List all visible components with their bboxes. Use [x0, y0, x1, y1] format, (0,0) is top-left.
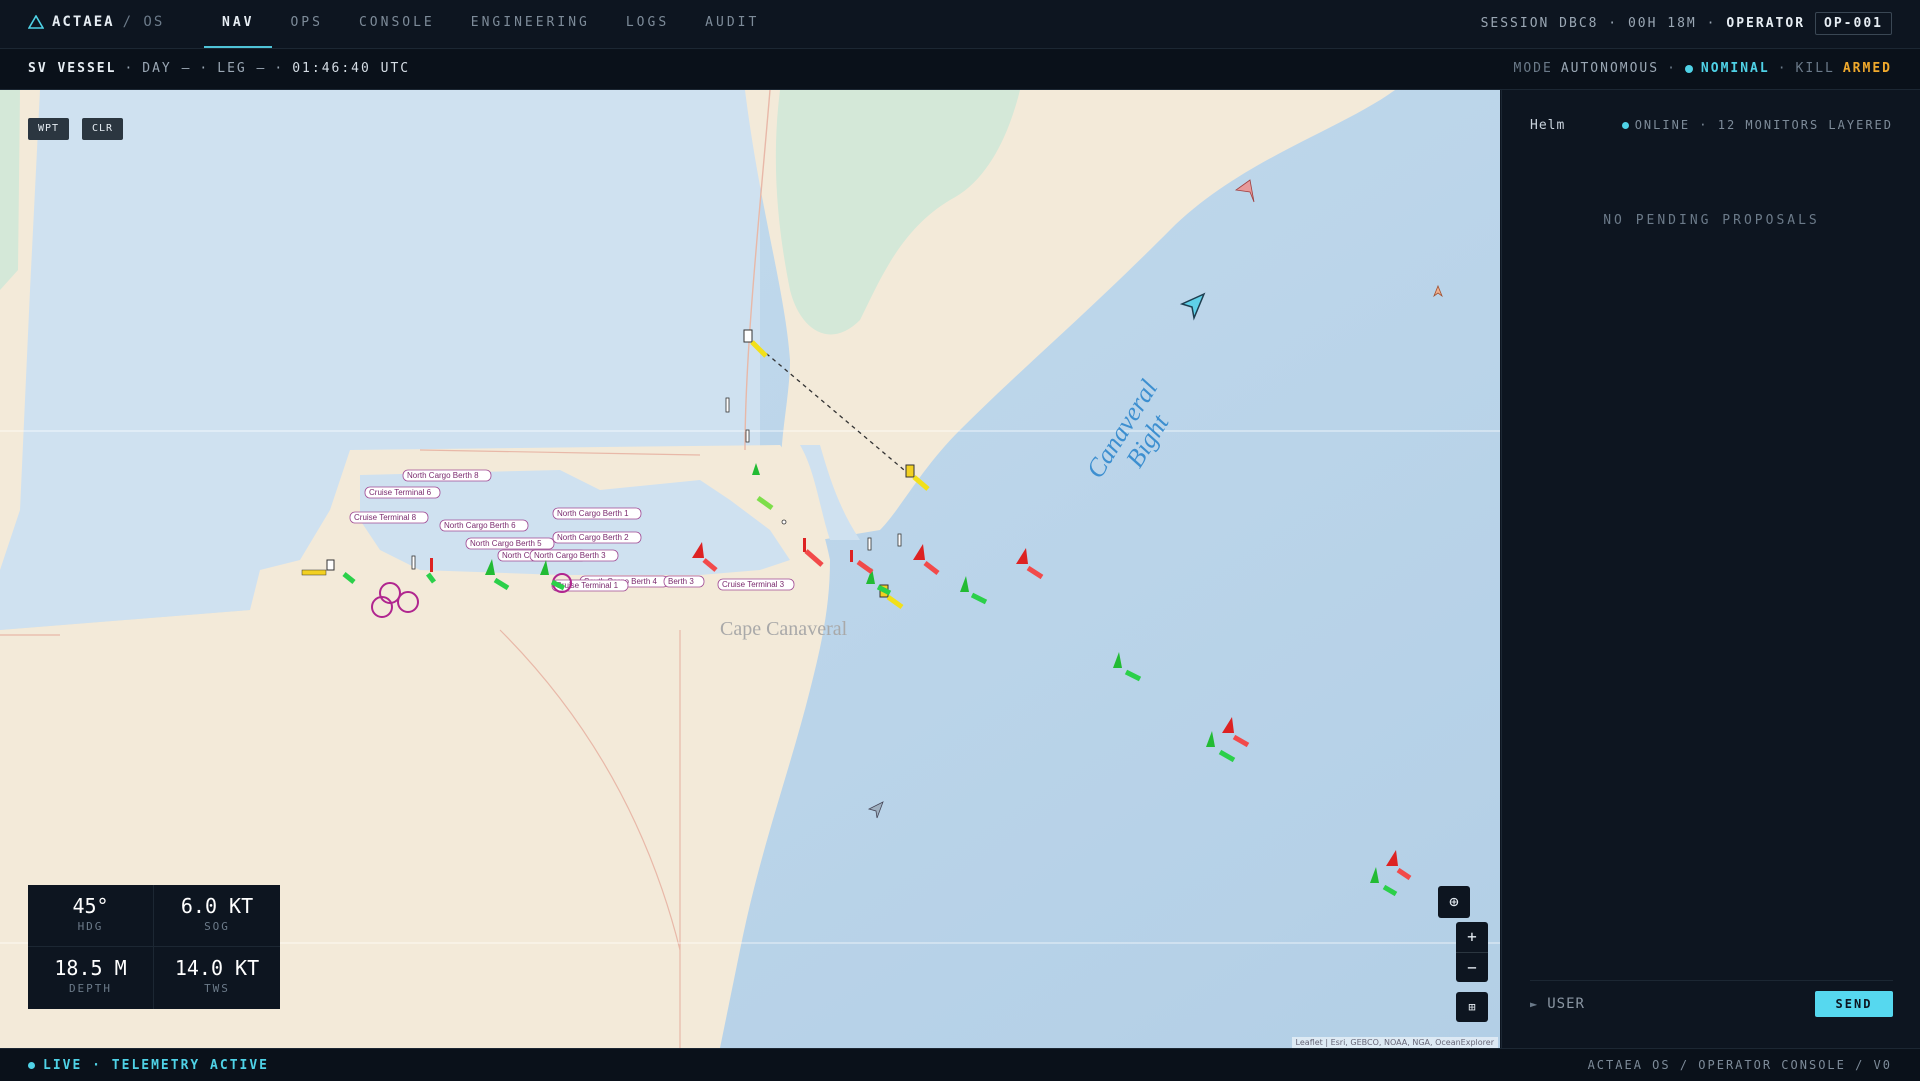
helm-title: Helm [1530, 118, 1566, 133]
berth-label[interactable]: Cruise Terminal 3 [722, 580, 785, 589]
berth-label[interactable]: Cruise Terminal 1 [556, 581, 619, 590]
top-bar: ACTAEA / OS NAV OPS CONSOLE ENGINEERING … [0, 0, 1920, 49]
depth-readout: 18.5 M DEPTH [28, 947, 154, 1009]
tower-mark-icon[interactable] [326, 559, 335, 571]
tab-nav[interactable]: NAV [204, 0, 273, 48]
berth-label[interactable]: Berth 3 [668, 577, 694, 586]
kill-label: KILL [1795, 61, 1835, 76]
wind-label: TWS [204, 982, 230, 995]
small-buoy-icon[interactable] [781, 519, 787, 525]
speed-label: SOG [204, 920, 230, 933]
berth-label[interactable]: Cruise Terminal 6 [369, 488, 432, 497]
cape-label: Cape Canaveral [720, 618, 848, 640]
zoom-in-button[interactable]: + [1456, 922, 1488, 953]
mooring-post-icon[interactable] [411, 555, 416, 570]
kill-status[interactable]: ARMED [1843, 61, 1892, 76]
mainland-park [0, 90, 20, 290]
depth-label: DEPTH [68, 982, 113, 995]
tab-ops[interactable]: OPS [272, 0, 340, 48]
mode-value: AUTONOMOUS [1560, 61, 1660, 76]
utc-clock: 01:46:40 UTC [292, 61, 411, 76]
instrument-panel: 45° HDG 6.0 KT SOG 18.5 M DEPTH 14.0 KT … [28, 885, 280, 1009]
heading-value: 45° [72, 894, 109, 918]
live-text: LIVE · TELEMETRY ACTIVE [43, 1058, 270, 1073]
berth-label[interactable]: North Cargo Berth 8 [407, 471, 479, 480]
mode-label: MODE [1513, 61, 1553, 76]
live-indicator: LIVE · TELEMETRY ACTIVE [28, 1058, 269, 1073]
operator-id-badge[interactable]: OP-001 [1815, 12, 1892, 35]
prompt-icon: ► [1530, 997, 1538, 1011]
vessel-leg: LEG — [217, 61, 267, 76]
helm-status: ONLINE · 12 MONITORS LAYERED [1621, 118, 1893, 132]
heading-label: HDG [77, 920, 104, 933]
red-pile-icon[interactable] [430, 558, 433, 572]
zoom-out-button[interactable]: − [1456, 953, 1488, 982]
zoom-control: + − [1456, 922, 1488, 982]
command-bar: ► SEND [1530, 980, 1893, 1021]
mooring-post-icon[interactable] [745, 429, 750, 443]
berth-label[interactable]: Cruise Terminal 8 [354, 513, 417, 522]
logo-triangle-icon [28, 15, 44, 29]
session-info: SESSION DBC8 · 00H 18M · OPERATOR OP-001 [1481, 12, 1892, 35]
mooring-post-icon[interactable] [725, 397, 730, 413]
tab-engineering[interactable]: ENGINEERING [453, 0, 608, 48]
depth-value: 18.5 M [54, 956, 127, 980]
tab-console[interactable]: CONSOLE [341, 0, 453, 48]
tab-logs[interactable]: LOGS [608, 0, 687, 48]
session-label: SESSION DBC8 · 00H 18M · [1480, 16, 1717, 31]
helm-status-text: ONLINE · 12 MONITORS LAYERED [1634, 118, 1893, 132]
mooring-post-icon[interactable] [897, 533, 902, 547]
empty-proposals-message: NO PENDING PROPOSALS [1603, 213, 1820, 228]
wind-value: 14.0 KT [174, 956, 260, 980]
separator: · [1777, 61, 1788, 76]
layers-icon: ⊞ [1468, 1000, 1476, 1014]
vessel-name: SV VESSEL [28, 61, 117, 76]
separator: · [1667, 61, 1677, 76]
send-button[interactable]: SEND [1815, 991, 1893, 1017]
nav-tabs: NAV OPS CONSOLE ENGINEERING LOGS AUDIT [204, 0, 777, 48]
heading-readout: 45° HDG [28, 885, 154, 947]
layers-button[interactable]: ⊞ [1456, 992, 1488, 1022]
locate-button[interactable]: ⊕ [1438, 886, 1470, 918]
berth-label[interactable]: North Cargo Berth 2 [557, 533, 629, 542]
vessel-status-bar: SV VESSEL · DAY — · LEG — · 01:46:40 UTC… [0, 49, 1920, 90]
separator: · [199, 61, 210, 76]
helm-panel: Helm ONLINE · 12 MONITORS LAYERED NO PEN… [1501, 90, 1920, 1048]
red-pile-icon[interactable] [803, 538, 806, 552]
berth-label[interactable]: North Cargo Berth 1 [557, 509, 629, 518]
red-pile-icon[interactable] [850, 550, 853, 562]
online-dot-icon [1621, 121, 1629, 129]
live-dot-icon [28, 1062, 35, 1069]
mode-status: MODE AUTONOMOUS · NOMINAL · KILL ARMED [1514, 61, 1893, 76]
command-input[interactable] [1545, 995, 1815, 1013]
special-buoy-icon[interactable] [905, 464, 915, 478]
tab-audit[interactable]: AUDIT [687, 0, 777, 48]
berth-label[interactable]: North Cargo Berth 5 [470, 539, 542, 548]
waypoint-button[interactable]: WPT [28, 118, 70, 140]
pier-marker [301, 569, 327, 576]
speed-value: 6.0 KT [180, 894, 254, 918]
operator-label: OPERATOR [1726, 16, 1806, 31]
tower-mark-icon[interactable] [743, 329, 753, 343]
berth-label[interactable]: North Cargo Berth 6 [444, 521, 516, 530]
brand-sub: / OS [122, 14, 165, 30]
brand[interactable]: ACTAEA / OS [28, 14, 164, 30]
brand-name: ACTAEA [52, 14, 115, 30]
clear-button[interactable]: CLR [82, 118, 124, 140]
speed-readout: 6.0 KT SOG [154, 885, 280, 947]
status-dot-icon [1684, 64, 1693, 73]
wind-readout: 14.0 KT TWS [154, 947, 280, 1009]
separator: · [124, 61, 135, 76]
vessel-info: SV VESSEL · DAY — · LEG — · 01:46:40 UTC [28, 61, 410, 76]
berth-label[interactable]: North Cargo Berth 3 [534, 551, 606, 560]
nautical-map[interactable]: Cape Canaveral Canaveral Bight North Car… [0, 90, 1500, 1048]
vessel-day: DAY — [142, 61, 192, 76]
crosshair-icon: ⊕ [1449, 892, 1459, 911]
map-attribution[interactable]: Leaflet | Esri, GEBCO, NOAA, NGA, OceanE… [1291, 1037, 1498, 1048]
footer-version: ACTAEA OS / OPERATOR CONSOLE / V0 [1587, 1058, 1892, 1072]
status-footer: LIVE · TELEMETRY ACTIVE ACTAEA OS / OPER… [0, 1048, 1920, 1081]
mooring-post-icon[interactable] [867, 537, 872, 551]
system-status: NOMINAL [1700, 61, 1770, 76]
separator: · [274, 61, 285, 76]
